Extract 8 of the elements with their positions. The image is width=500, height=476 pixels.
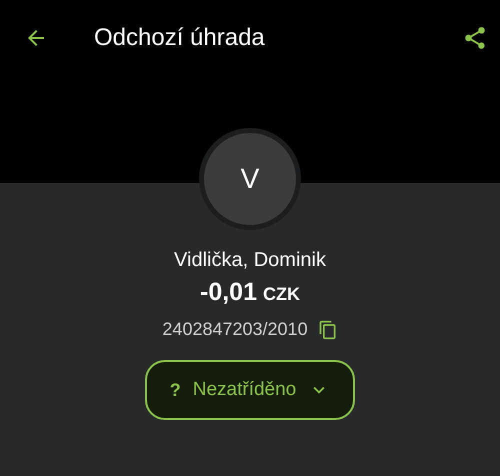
currency: CZK [262,284,300,305]
question-mark-icon: ? [170,380,181,400]
category-dropdown[interactable]: ? Nezatříděno [145,360,355,420]
copy-icon[interactable] [318,320,338,340]
amount: -0,01 [200,278,257,307]
account-number: 2402847203/2010 [162,319,308,340]
counterparty-name: Vidlička, Dominik [174,249,326,272]
screen-title: Odchozí úhrada [94,24,266,52]
